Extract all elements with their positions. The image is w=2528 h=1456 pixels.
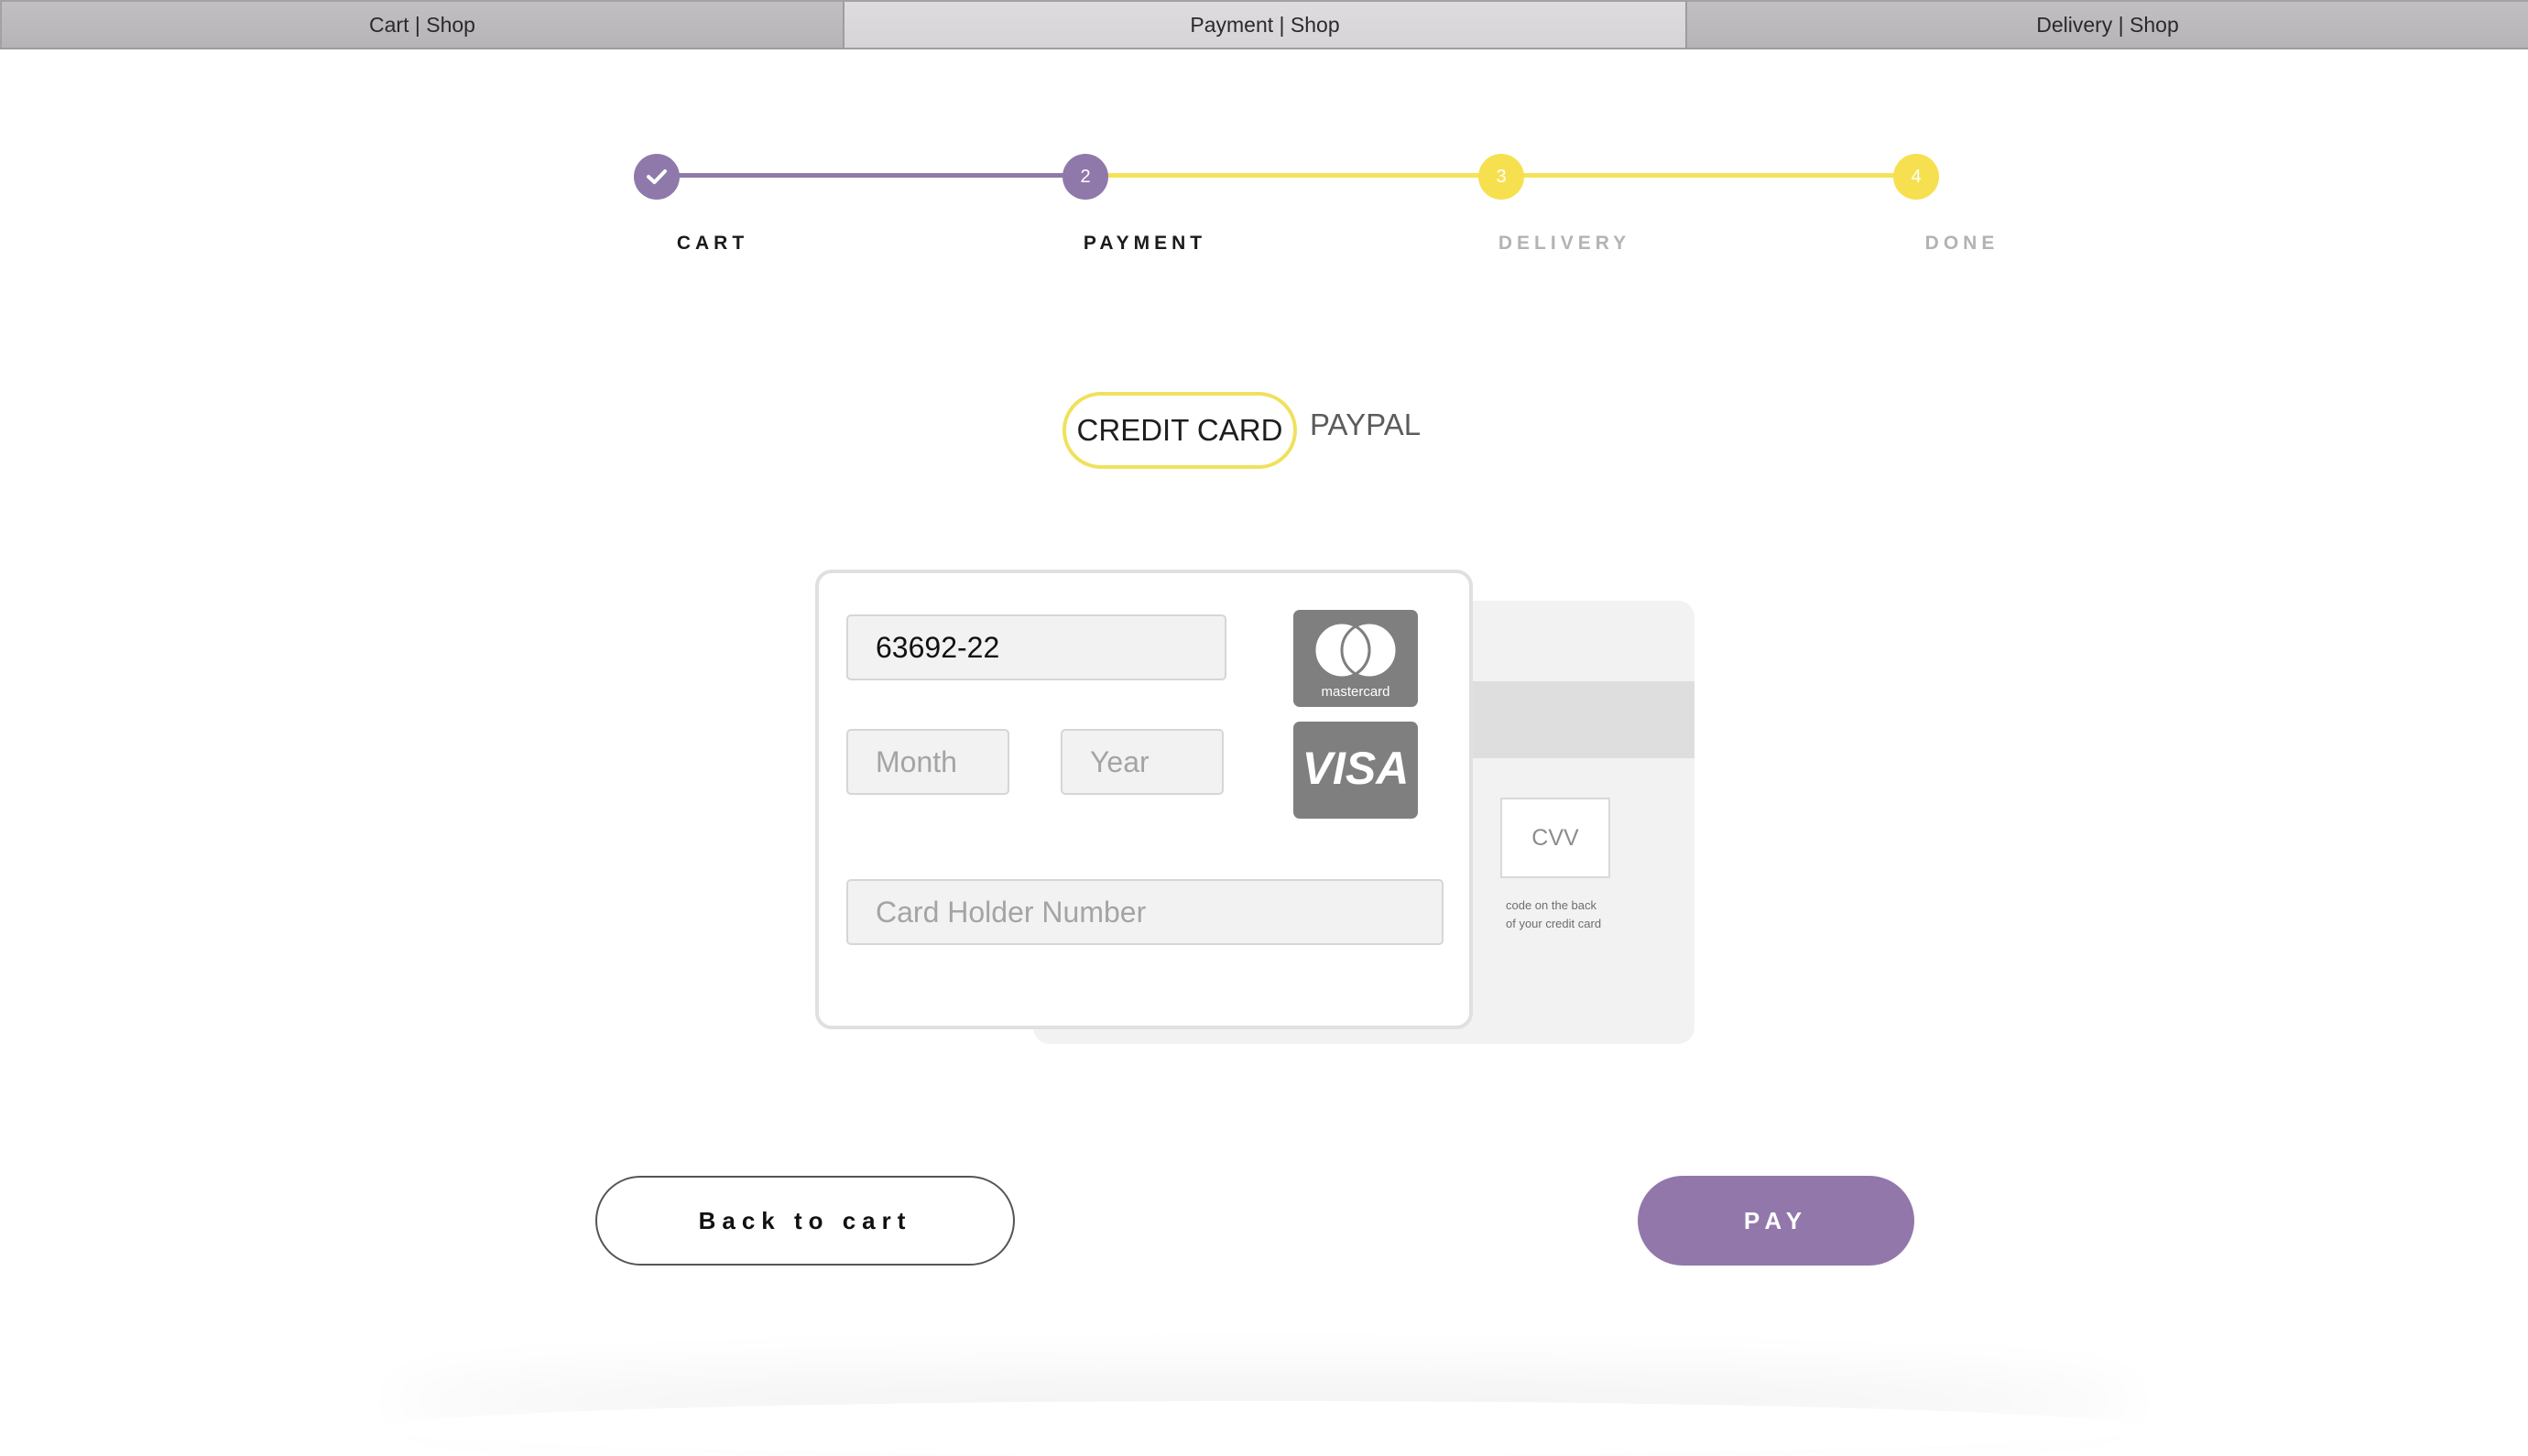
checkout-stepper: 2 3 4 CART PAYMENT DELIVERY DONE [0, 0, 2528, 275]
pay-button[interactable]: PAY [1638, 1176, 1914, 1266]
cvv-field[interactable]: CVV [1500, 798, 1610, 878]
paypal-option[interactable]: PAYPAL [1310, 386, 1436, 463]
stepper-line-completed [657, 173, 1085, 178]
step-payment-dot: 2 [1062, 154, 1108, 200]
footer-shadow [385, 1401, 2143, 1456]
card-number-input[interactable] [846, 614, 1226, 680]
check-icon [646, 168, 668, 186]
expiry-month-input[interactable] [846, 729, 1009, 795]
card-holder-input[interactable] [846, 879, 1444, 945]
cvv-label: CVV [1531, 824, 1579, 851]
pay-label: PAY [1743, 1206, 1809, 1234]
step-payment-number: 2 [1080, 166, 1091, 187]
step-cart-dot [634, 154, 680, 200]
step-delivery-dot: 3 [1478, 154, 1524, 200]
visa-logo[interactable]: VISA [1293, 722, 1418, 819]
step-done-dot: 4 [1893, 154, 1939, 200]
step-delivery-label: DELIVERY [1498, 233, 1631, 254]
magnetic-stripe [1473, 681, 1694, 758]
credit-card-option[interactable]: CREDIT CARD [1062, 392, 1297, 469]
credit-card-option-label: CREDIT CARD [1076, 413, 1283, 447]
step-payment-label: PAYMENT [1083, 233, 1207, 254]
mastercard-logo[interactable]: mastercard [1293, 610, 1418, 707]
step-cart-label: CART [676, 233, 749, 254]
back-to-cart-label: Back to cart [698, 1206, 912, 1234]
step-done-number: 4 [1911, 166, 1922, 187]
expiry-year-input[interactable] [1061, 729, 1224, 795]
step-delivery-number: 3 [1496, 166, 1507, 187]
step-done-label: DONE [1924, 233, 2000, 254]
paypal-option-label: PAYPAL [1310, 407, 1422, 441]
mastercard-wordmark: mastercard [1321, 684, 1389, 700]
cvv-hint: code on the back of your credit card [1506, 898, 1602, 930]
visa-icon: VISA [1302, 743, 1410, 794]
visa-wordmark: VISA [1302, 743, 1410, 794]
back-to-cart-button[interactable]: Back to cart [595, 1176, 1015, 1266]
card-details-form: mastercard VISA [815, 570, 1473, 1029]
mastercard-icon: mastercard [1313, 621, 1399, 700]
